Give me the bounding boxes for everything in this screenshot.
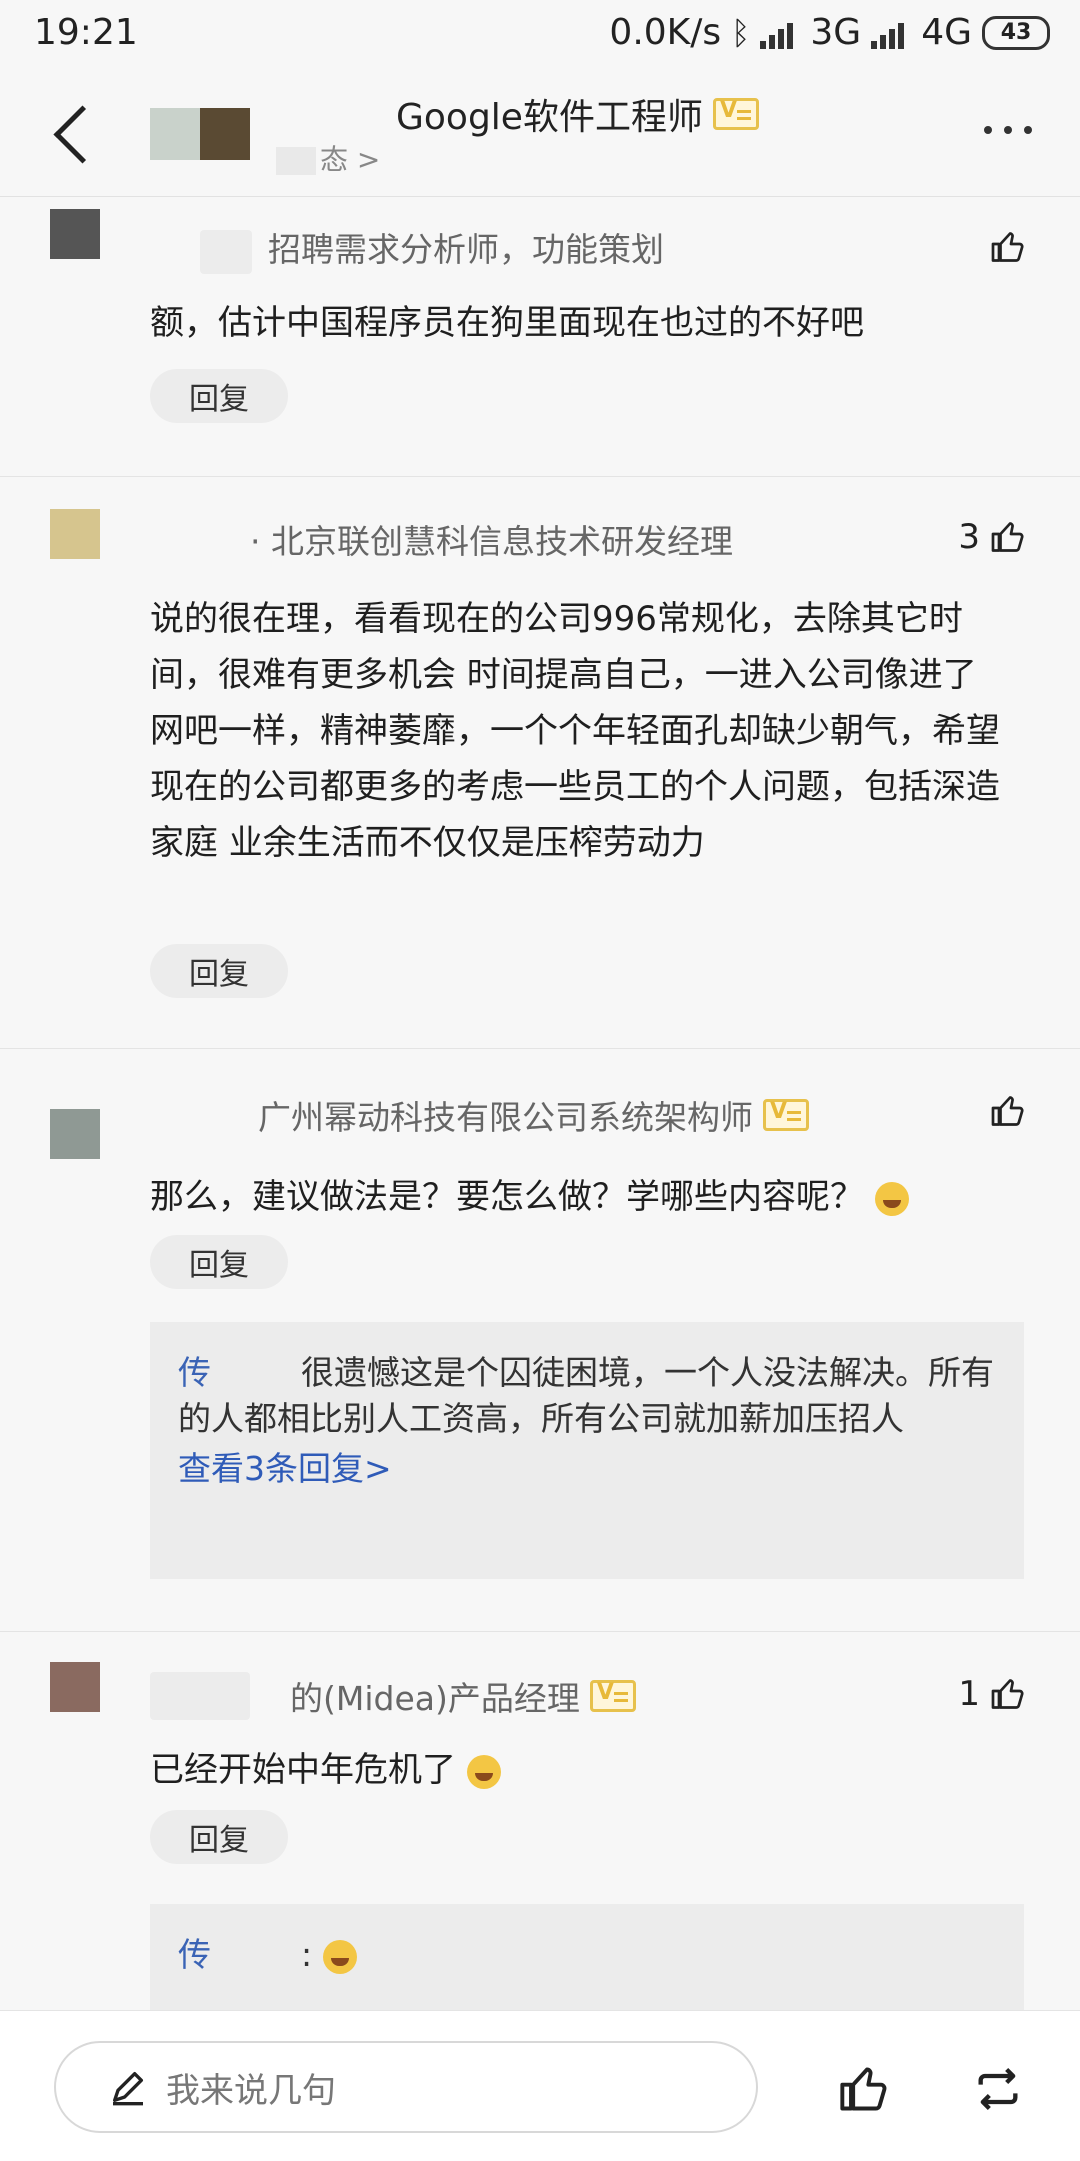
- tears-of-joy-emoji-icon: [466, 1754, 501, 1789]
- like-count: 3: [958, 517, 980, 557]
- author-subtitle[interactable]: 态 >: [276, 138, 380, 178]
- like-button[interactable]: [990, 1093, 1026, 1129]
- thumbs-up-icon: [991, 232, 1024, 262]
- comment-author-meta[interactable]: 的(Midea)产品经理: [150, 1672, 636, 1720]
- comment-item: · 北京联创慧科信息技术研发经理 3 说的很在理，看看现在的公司996常规化，去…: [0, 477, 1080, 1049]
- comment-input[interactable]: 我来说几句: [54, 2041, 758, 2133]
- reply-button[interactable]: 回复: [150, 1235, 288, 1289]
- sub-reply-user[interactable]: 传: [178, 1935, 211, 1974]
- avatar[interactable]: [50, 209, 100, 259]
- like-count: 1: [958, 1674, 980, 1714]
- battery-icon: 43: [982, 15, 1050, 50]
- back-button[interactable]: [48, 105, 112, 166]
- more-menu-button[interactable]: [984, 126, 1032, 134]
- bluetooth-icon: ᛒ: [731, 13, 751, 52]
- comment-item: 招聘需求分析师，功能策划 额，估计中国程序员在狗里面现在也过的不好吧 回复: [0, 197, 1080, 477]
- thumbs-up-icon[interactable]: [838, 2063, 890, 2115]
- status-time: 19:21: [34, 12, 138, 53]
- sub-reply-text: 很遗憾这是个囚徒困境，一个人没法解决。所有的人都相比别人工资高，所有公司就加薪加…: [178, 1353, 994, 1438]
- sub-reply-box: 传很遗憾这是个囚徒困境，一个人没法解决。所有的人都相比别人工资高，所有公司就加薪…: [150, 1322, 1024, 1579]
- comment-author-meta[interactable]: 招聘需求分析师，功能策划: [200, 223, 664, 274]
- like-button[interactable]: 1: [958, 1674, 1026, 1714]
- signal-icon: [760, 17, 800, 49]
- reply-button[interactable]: 回复: [150, 1810, 288, 1864]
- comment-item: 的(Midea)产品经理 1 已经开始中年危机了 回复 传:: [0, 1632, 1080, 2012]
- sub-reply-user[interactable]: 传: [178, 1353, 211, 1392]
- view-more-replies-link[interactable]: 查看3条回复>: [178, 1446, 996, 1492]
- comment-text: 已经开始中年危机了: [150, 1742, 1000, 1798]
- comment-bottom-bar: 我来说几句: [0, 2010, 1080, 2161]
- author-avatar[interactable]: [150, 108, 250, 160]
- thumbs-up-icon: [991, 1679, 1024, 1709]
- like-button[interactable]: [990, 229, 1026, 265]
- pencil-icon: [113, 2072, 143, 2106]
- comment-text: 说的很在理，看看现在的公司996常规化，去除其它时间，很难有更多机会 时间提高自…: [150, 599, 1000, 863]
- verified-badge-icon: [712, 98, 759, 130]
- grin-emoji-icon: [874, 1181, 909, 1216]
- page-title: Google软件工程师: [396, 88, 759, 140]
- comment-input-placeholder: 我来说几句: [166, 2070, 336, 2111]
- reply-button[interactable]: 回复: [150, 369, 288, 423]
- signal-icon-2: [871, 17, 911, 49]
- comment-item: 广州幂动科技有限公司系统架构师 那么，建议做法是？要怎么做？学哪些内容呢？ 回复…: [0, 1049, 1080, 1632]
- thumbs-up-icon: [991, 522, 1024, 552]
- author-title: Google软件工程师: [396, 97, 703, 138]
- avatar[interactable]: [50, 1662, 100, 1712]
- like-button[interactable]: 3: [958, 517, 1026, 557]
- top-nav: Google软件工程师 态 >: [0, 68, 1080, 197]
- tears-of-joy-emoji-icon: [322, 1939, 357, 1974]
- network-3g: 3G: [810, 12, 862, 53]
- net-speed: 0.0K/s: [609, 12, 722, 53]
- verified-badge-icon: [763, 1099, 809, 1131]
- comment-author-meta[interactable]: 广州幂动科技有限公司系统架构师: [258, 1091, 809, 1139]
- sub-reply-text: :: [301, 1935, 313, 1974]
- thumbs-up-icon: [991, 1096, 1024, 1126]
- avatar[interactable]: [50, 1109, 100, 1159]
- network-4g: 4G: [921, 12, 972, 53]
- comment-author-meta[interactable]: · 北京联创慧科信息技术研发经理: [250, 515, 733, 563]
- comment-text: 那么，建议做法是？要怎么做？学哪些内容呢？: [150, 1169, 1000, 1225]
- repost-icon[interactable]: [972, 2063, 1024, 2115]
- sub-reply-box: 传:: [150, 1904, 1024, 2012]
- chevron-left-icon: [53, 105, 112, 164]
- avatar[interactable]: [50, 509, 100, 559]
- status-indicators: 0.0K/s ᛒ 3G 4G 43: [609, 12, 1050, 53]
- comment-text: 额，估计中国程序员在狗里面现在也过的不好吧: [150, 303, 864, 343]
- reply-button[interactable]: 回复: [150, 944, 288, 998]
- verified-badge-icon: [589, 1680, 636, 1712]
- status-bar: 19:21 0.0K/s ᛒ 3G 4G 43: [0, 0, 1080, 68]
